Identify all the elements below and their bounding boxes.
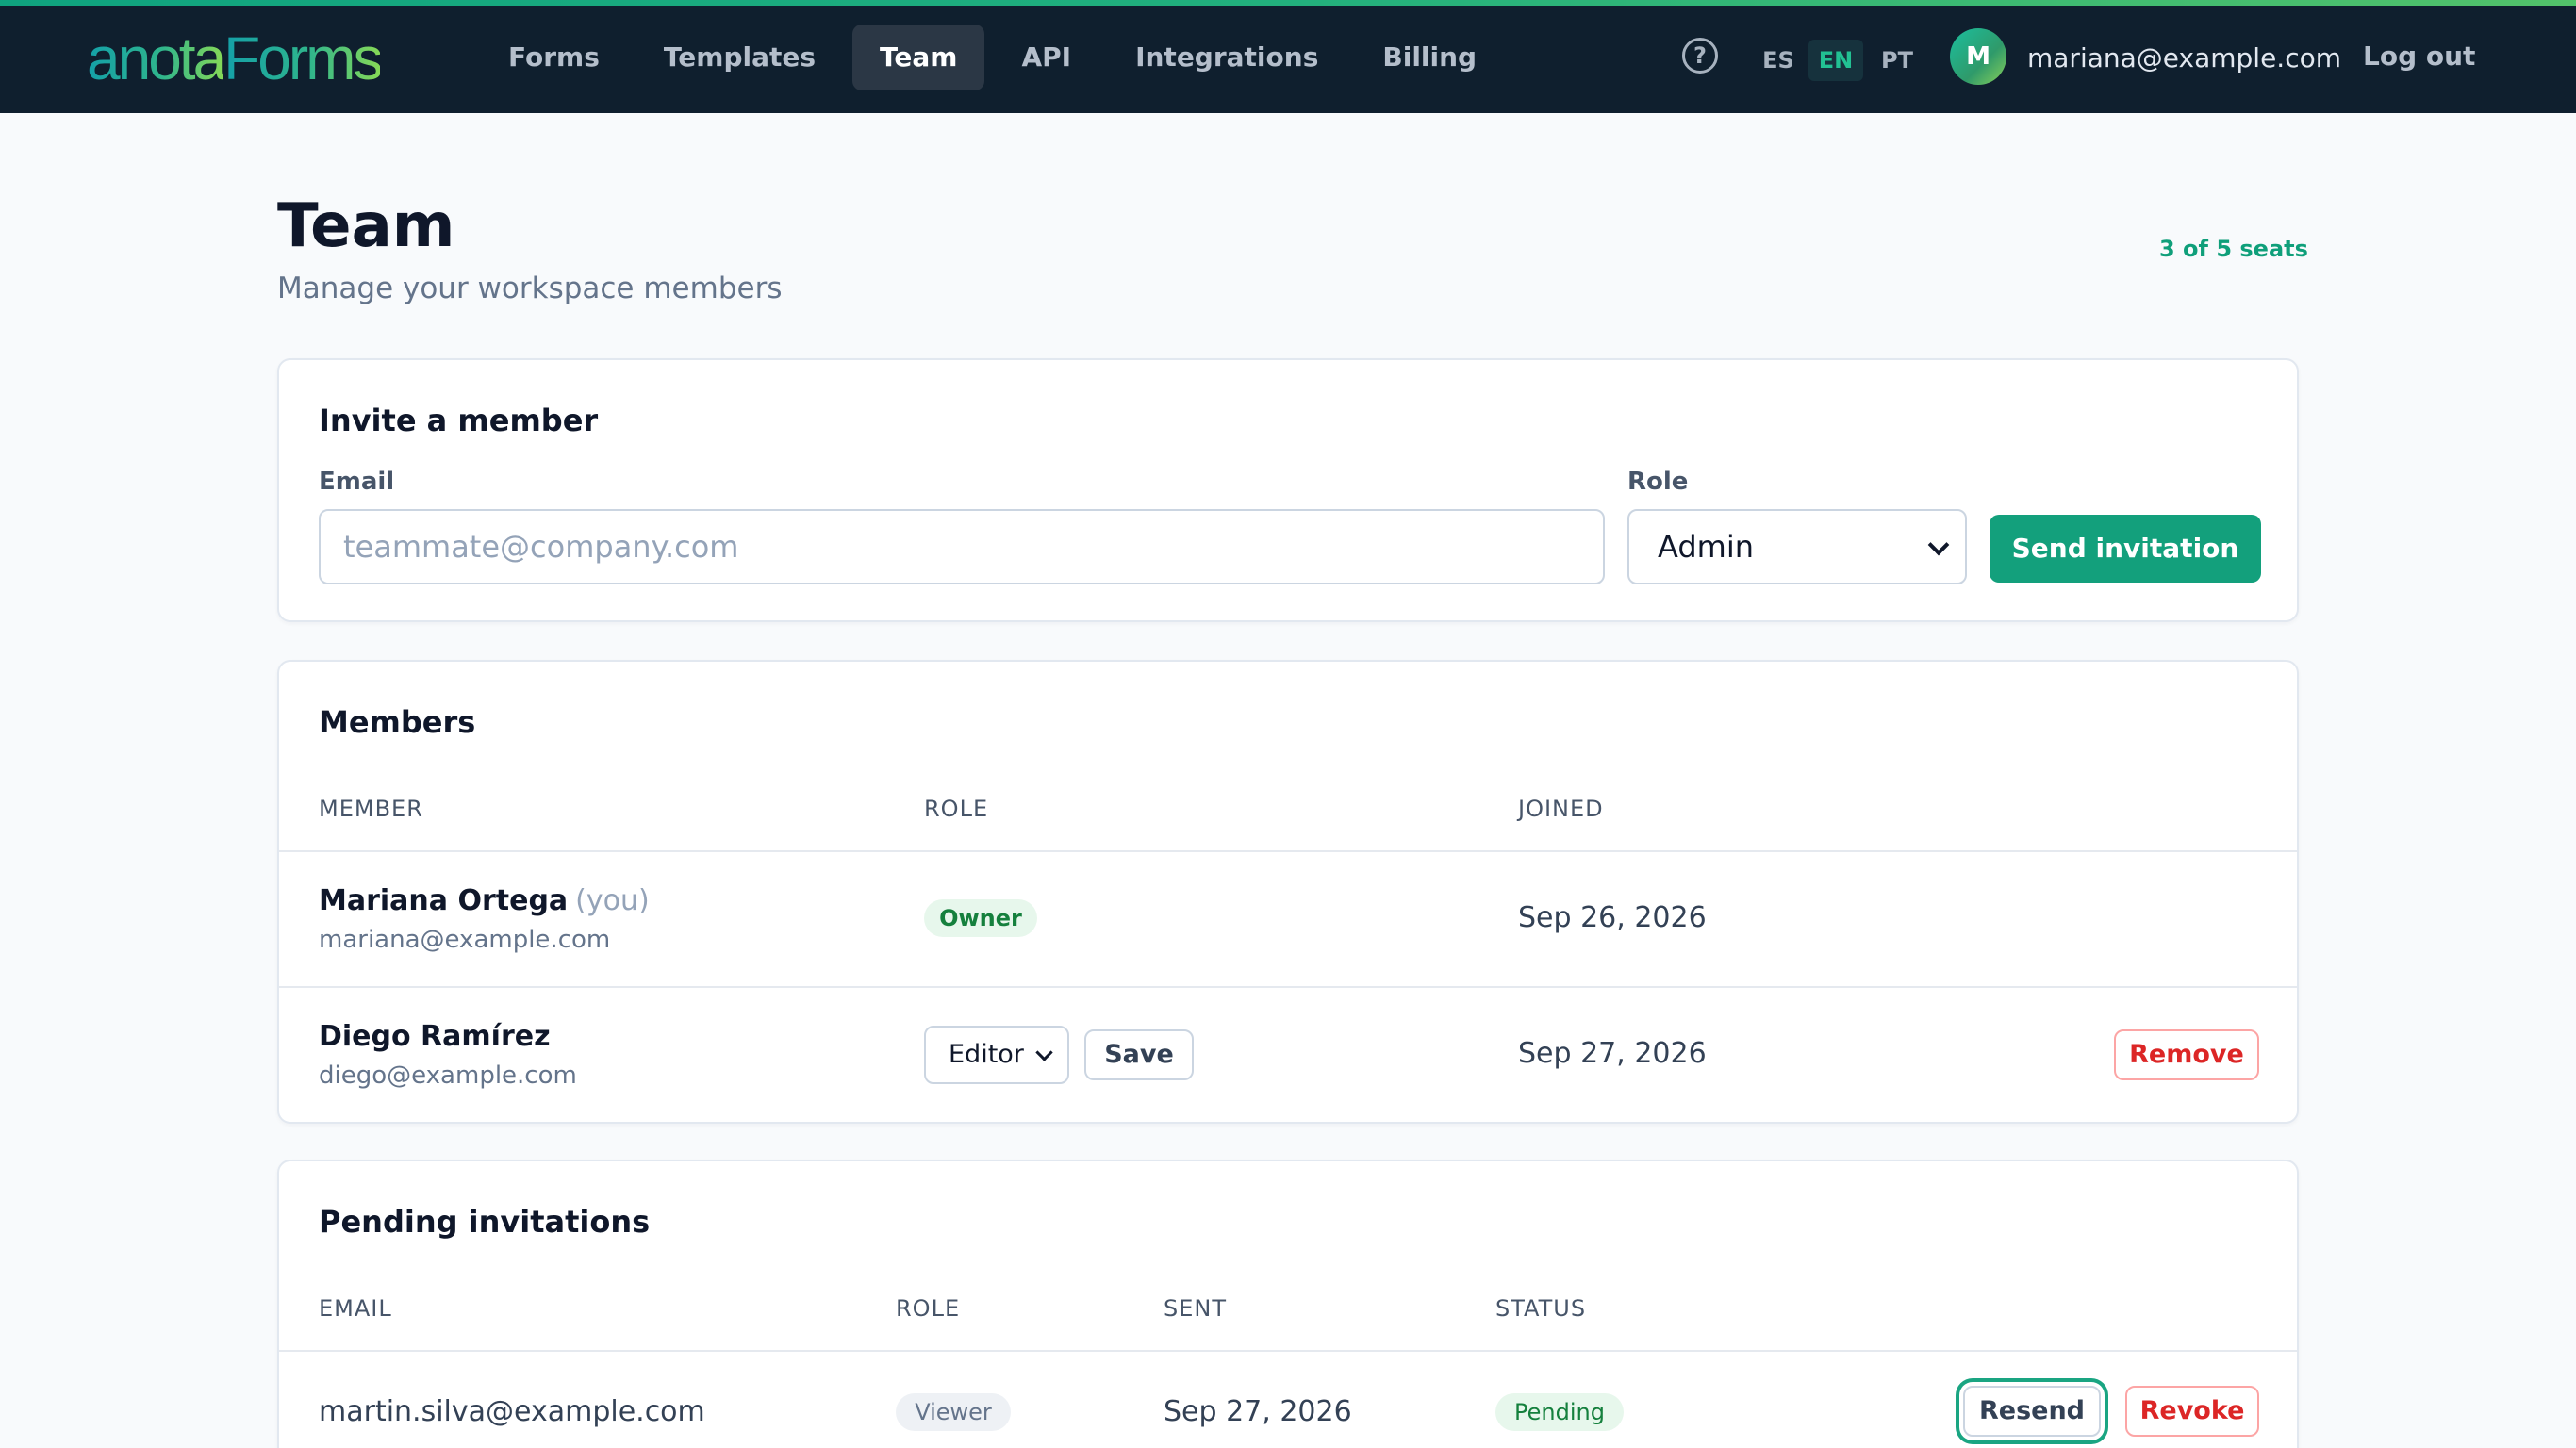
member-joined-date: Sep 26, 2026 [1518,901,1707,934]
save-role-button[interactable]: Save [1084,1029,1194,1080]
status-badge: Pending [1495,1393,1624,1431]
member-email: mariana@example.com [319,926,611,954]
page-subtitle: Manage your workspace members [277,272,783,305]
member-role-value: Editor [949,1040,1024,1069]
role-label: Role [1627,468,1689,496]
seats-count: 3 of 5 seats [2159,236,2308,262]
invite-member-card: Invite a member Email Role Admin Send in… [277,358,2299,622]
revoke-invitation-button[interactable]: Revoke [2125,1386,2259,1437]
logo-text-forms: Forms [223,25,383,92]
column-header-sent: SENT [1164,1295,1228,1322]
invite-card-title: Invite a member [319,403,599,438]
pending-card-title: Pending invitations [319,1204,651,1240]
top-navigation-bar: anotaForms Forms Templates Team API Inte… [0,0,2576,113]
pending-invitations-card: Pending invitations EMAIL ROLE SENT STAT… [277,1160,2299,1448]
nav-item-api[interactable]: API [994,25,1098,90]
logo-text-anota: anota [87,25,226,92]
invitation-sent-date: Sep 27, 2026 [1164,1395,1352,1428]
nav-item-billing[interactable]: Billing [1355,25,1504,90]
logout-button[interactable]: Log out [2363,36,2475,77]
nav-item-team[interactable]: Team [852,25,985,90]
chevron-down-icon [1927,534,1950,556]
column-header-role: ROLE [924,796,989,822]
question-circle-icon[interactable]: ? [1682,38,1718,74]
chevron-down-icon [1035,1044,1053,1061]
member-email: diego@example.com [319,1061,577,1090]
members-card-title: Members [319,704,476,740]
invite-email-input[interactable] [319,509,1605,584]
language-pt[interactable]: PT [1874,40,1920,81]
column-header-status: STATUS [1495,1295,1587,1322]
table-divider [279,850,2297,852]
member-joined-date: Sep 27, 2026 [1518,1037,1707,1070]
invitation-email: martin.silva@example.com [319,1395,705,1428]
column-header-member: MEMBER [319,796,423,822]
email-label: Email [319,468,395,496]
member-name: Mariana Ortega (you) [319,882,650,920]
members-card: Members MEMBER ROLE JOINED Mariana Orteg… [277,660,2299,1124]
send-invitation-button[interactable]: Send invitation [1990,515,2261,583]
member-name-text: Mariana Ortega [319,884,569,917]
top-accent-stripe [0,0,2576,6]
member-role-select[interactable]: Editor [924,1026,1069,1084]
invite-role-select[interactable]: Admin [1627,509,1967,584]
invite-role-value: Admin [1658,529,1754,565]
nav-item-forms[interactable]: Forms [481,25,627,90]
table-divider [279,1350,2297,1352]
nav-item-integrations[interactable]: Integrations [1108,25,1346,90]
language-en[interactable]: EN [1808,40,1863,81]
avatar[interactable]: M [1950,28,2006,85]
table-divider [279,986,2297,988]
column-header-role: ROLE [896,1295,961,1322]
nav-item-templates[interactable]: Templates [636,25,843,90]
user-email: mariana@example.com [2027,42,2342,74]
you-indicator: (you) [575,884,650,917]
remove-member-button[interactable]: Remove [2114,1029,2259,1080]
role-badge-viewer: Viewer [896,1393,1011,1431]
member-name: Diego Ramírez [319,1020,551,1053]
language-es[interactable]: ES [1758,40,1799,81]
app-logo[interactable]: anotaForms [87,21,383,96]
column-header-email: EMAIL [319,1295,392,1322]
column-header-joined: JOINED [1518,796,1604,822]
role-badge-owner: Owner [924,899,1037,937]
main-nav: Forms Templates Team API Integrations Bi… [481,25,1513,90]
page-title: Team [277,191,455,261]
resend-invitation-button[interactable]: Resend [1963,1386,2101,1437]
